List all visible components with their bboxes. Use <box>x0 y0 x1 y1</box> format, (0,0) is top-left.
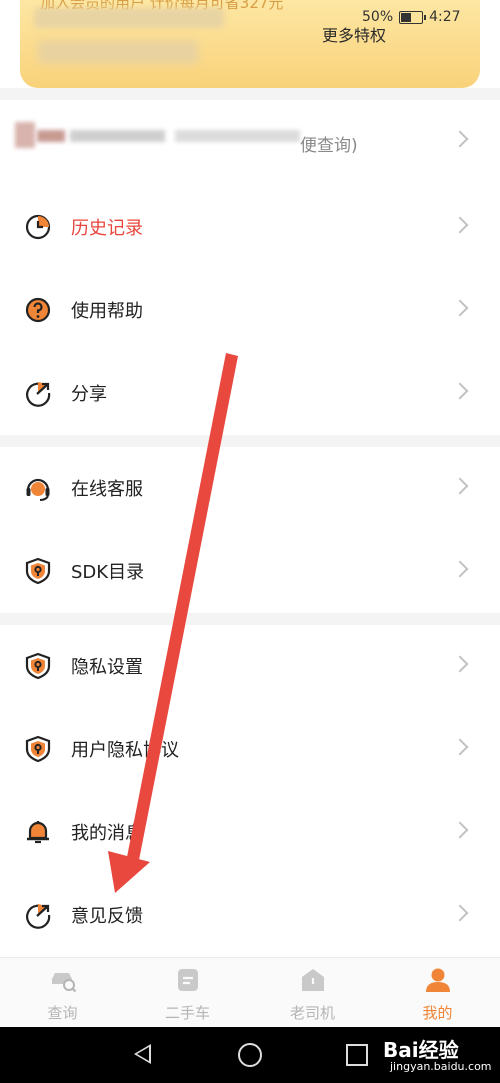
page: 加入会员的用户 计价每月可省327元 更多特权 50% 4:27 便查询) 历史… <box>0 0 500 1083</box>
menu-item-label: SDK目录 <box>71 562 145 583</box>
chevron-right-icon <box>451 821 469 839</box>
chevron-right-icon <box>451 477 469 495</box>
section-divider <box>0 613 500 625</box>
menu-item-label: 我的消息 <box>71 823 143 844</box>
menu-item-history[interactable]: 历史记录 <box>0 186 500 269</box>
section-divider <box>0 88 500 100</box>
back-icon[interactable] <box>134 1044 151 1064</box>
blurred-info <box>34 8 224 28</box>
clock: 4:27 <box>429 9 461 25</box>
nav-label: 二手车 <box>164 1004 210 1022</box>
battery-percent: 50% <box>362 9 394 25</box>
more-privileges-link[interactable]: 更多特权 <box>322 22 386 46</box>
section-divider <box>0 435 500 447</box>
home-icon[interactable] <box>238 1043 262 1067</box>
blurred-account-info <box>15 118 300 154</box>
menu-item-label: 隐私设置 <box>71 657 143 678</box>
nav-label: 查询 <box>47 1004 78 1022</box>
menu-item-privacy-settings[interactable]: 隐私设置 <box>0 625 500 708</box>
menu-item-label: 在线客服 <box>71 479 143 500</box>
nav-label: 我的 <box>422 1004 453 1022</box>
status-bar: 50% 4:27 <box>362 9 461 25</box>
chevron-right-icon <box>451 738 469 756</box>
menu-item-label: 意见反馈 <box>71 906 143 927</box>
document-icon <box>177 969 198 991</box>
help-icon <box>25 297 51 323</box>
share-icon <box>26 382 51 407</box>
menu-item-privacy-agreement[interactable]: 用户隐私协议 <box>0 708 500 791</box>
nav-tab-mine[interactable]: 我的 <box>375 958 500 1028</box>
house-icon <box>301 969 324 991</box>
shield-icon <box>25 557 51 585</box>
chevron-right-icon <box>451 299 469 317</box>
menu-item-help[interactable]: 使用帮助 <box>0 269 500 352</box>
nav-tab-old-driver[interactable]: 老司机 <box>250 958 375 1028</box>
headset-icon <box>26 478 50 501</box>
bell-icon <box>27 821 49 844</box>
feedback-icon <box>26 904 51 929</box>
menu-item-label: 分享 <box>71 384 107 405</box>
nav-tab-query[interactable]: 查询 <box>0 958 125 1028</box>
account-hint: 便查询) <box>300 136 358 156</box>
blurred-info <box>38 40 198 64</box>
menu-item-share[interactable]: 分享 <box>0 352 500 435</box>
history-icon <box>25 214 51 240</box>
battery-icon <box>399 10 427 24</box>
recent-apps-icon[interactable] <box>346 1044 368 1066</box>
menu-item-online-service[interactable]: 在线客服 <box>0 447 500 530</box>
watermark-url: jingyan.baidu.com <box>390 1060 492 1073</box>
menu-item-sdk-directory[interactable]: SDK目录 <box>0 530 500 613</box>
chevron-right-icon <box>451 904 469 922</box>
chevron-right-icon <box>451 216 469 234</box>
user-icon <box>425 968 450 992</box>
car-search-icon <box>51 973 76 993</box>
menu-item-feedback[interactable]: 意见反馈 <box>0 874 500 957</box>
chevron-right-icon <box>451 560 469 578</box>
watermark-brand: Bai经验 <box>383 1038 459 1062</box>
menu-item-label: 使用帮助 <box>71 301 143 322</box>
shield-icon <box>25 652 51 680</box>
shield-icon <box>25 735 51 763</box>
chevron-right-icon <box>451 382 469 400</box>
menu-item-label: 历史记录 <box>71 218 143 239</box>
menu-item-label: 用户隐私协议 <box>71 740 179 761</box>
bottom-nav: 查询 二手车 老司机 我的 <box>0 957 500 1028</box>
nav-tab-used-car[interactable]: 二手车 <box>125 958 250 1028</box>
menu-item-messages[interactable]: 我的消息 <box>0 791 500 874</box>
chevron-right-icon <box>451 655 469 673</box>
chevron-right-icon <box>451 130 469 148</box>
nav-label: 老司机 <box>289 1004 335 1022</box>
